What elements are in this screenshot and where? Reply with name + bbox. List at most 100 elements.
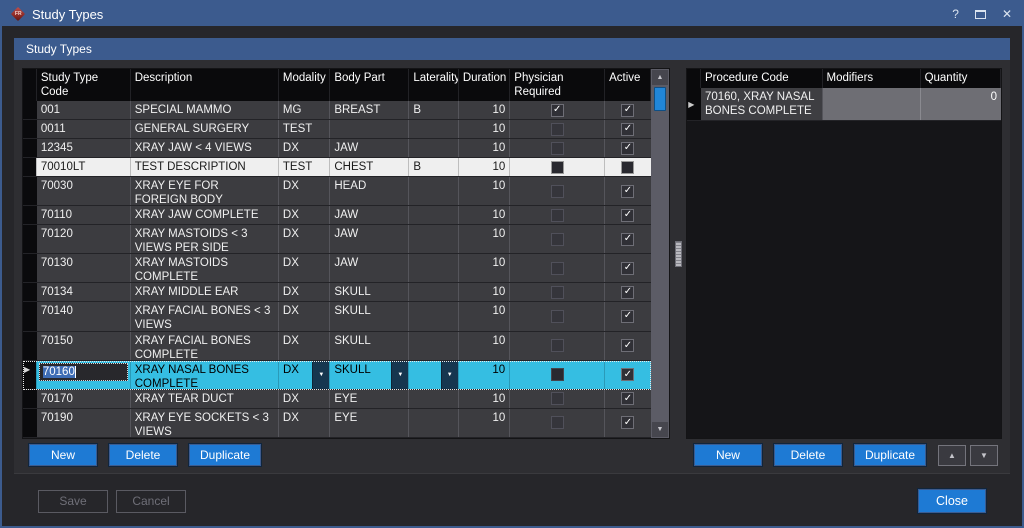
table-row[interactable]: ▶70160XRAY NASAL BONES COMPLETEDX▼SKULL▼… <box>23 361 651 390</box>
laterality-cell[interactable] <box>409 254 458 282</box>
physician-required-checkbox[interactable] <box>551 286 564 299</box>
physician-required-checkbox[interactable] <box>551 123 564 136</box>
study-type-code-cell[interactable]: 70190 <box>37 409 131 437</box>
new-button[interactable]: New <box>694 444 762 466</box>
physician-required-checkbox[interactable] <box>551 209 564 222</box>
table-row[interactable]: 001SPECIAL MAMMOMGBREASTB10✓✓ <box>23 101 651 120</box>
active-checkbox[interactable]: ✓ <box>621 142 634 155</box>
laterality-cell[interactable] <box>409 139 458 157</box>
close-button[interactable]: Close <box>918 489 986 513</box>
dropdown-arrow-icon[interactable]: ▼ <box>441 361 458 389</box>
duration-cell[interactable]: 10 <box>459 120 510 138</box>
laterality-cell[interactable] <box>409 390 458 408</box>
laterality-cell[interactable] <box>409 206 458 224</box>
dropdown-arrow-icon[interactable]: ▼ <box>312 361 329 389</box>
physician-required-checkbox[interactable] <box>551 185 564 198</box>
table-row[interactable]: 70010LTTEST DESCRIPTIONTESTCHESTB10 <box>23 158 651 177</box>
active-checkbox[interactable] <box>621 161 634 174</box>
active-checkbox[interactable]: ✓ <box>621 104 634 117</box>
col-duration[interactable]: Duration <box>459 69 510 101</box>
col-body-part[interactable]: Body Part <box>330 69 409 101</box>
description-cell[interactable]: XRAY MASTOIDS < 3 VIEWS PER SIDE <box>131 225 279 253</box>
modality-cell[interactable]: MG <box>279 101 330 119</box>
physician-required-checkbox[interactable] <box>551 416 564 429</box>
col-active[interactable]: Active <box>605 69 651 101</box>
active-checkbox[interactable]: ✓ <box>621 209 634 222</box>
description-cell[interactable]: SPECIAL MAMMO <box>131 101 279 119</box>
modality-cell[interactable]: DX <box>279 302 330 330</box>
modifiers-cell[interactable] <box>823 88 921 120</box>
active-checkbox[interactable]: ✓ <box>621 368 634 381</box>
col-modifiers[interactable]: Modifiers <box>823 69 921 88</box>
body-part-cell[interactable]: SKULL <box>330 283 409 301</box>
table-row[interactable]: 70190XRAY EYE SOCKETS < 3 VIEWSDXEYE10✓ <box>23 409 651 438</box>
active-checkbox[interactable]: ✓ <box>621 262 634 275</box>
physician-required-checkbox[interactable] <box>551 262 564 275</box>
body-part-cell[interactable]: CHEST <box>330 158 409 176</box>
maximize-icon[interactable] <box>975 10 986 19</box>
physician-required-checkbox[interactable]: ✓ <box>551 104 564 117</box>
physician-required-checkbox[interactable] <box>551 368 564 381</box>
modality-cell[interactable]: DX <box>279 390 330 408</box>
close-icon[interactable]: ✕ <box>1002 8 1012 20</box>
modality-cell[interactable]: DX <box>279 206 330 224</box>
duplicate-button[interactable]: Duplicate <box>189 444 261 466</box>
modality-cell[interactable]: DX <box>279 254 330 282</box>
modality-cell[interactable]: TEST <box>279 120 330 138</box>
study-type-code-cell[interactable]: 12345 <box>37 139 131 157</box>
scroll-down-icon[interactable]: ▼ <box>651 421 669 438</box>
body-part-cell[interactable] <box>330 120 409 138</box>
modality-cell[interactable]: DX▼ <box>279 361 330 389</box>
body-part-cell[interactable]: JAW <box>330 206 409 224</box>
study-type-code-cell[interactable]: 70130 <box>37 254 131 282</box>
description-cell[interactable]: XRAY EYE SOCKETS < 3 VIEWS <box>131 409 279 437</box>
vertical-scrollbar[interactable]: ▲ ▼ <box>651 68 671 439</box>
duration-cell[interactable]: 10 <box>459 390 510 408</box>
duration-cell[interactable]: 10 <box>459 101 510 119</box>
body-part-cell[interactable]: SKULL <box>330 302 409 330</box>
new-button[interactable]: New <box>29 444 97 466</box>
procedure-code-cell[interactable]: 70160, XRAY NASAL BONES COMPLETE <box>701 88 823 120</box>
duration-cell[interactable]: 10 <box>459 332 510 360</box>
laterality-cell[interactable]: ▼ <box>409 361 458 389</box>
laterality-cell[interactable] <box>409 332 458 360</box>
delete-button[interactable]: Delete <box>109 444 177 466</box>
physician-required-checkbox[interactable] <box>551 161 564 174</box>
active-checkbox[interactable]: ✓ <box>621 416 634 429</box>
body-part-cell[interactable]: EYE <box>330 409 409 437</box>
body-part-cell[interactable]: BREAST <box>330 101 409 119</box>
col-procedure-code[interactable]: Procedure Code <box>701 69 823 88</box>
study-type-code-cell[interactable]: 70134 <box>37 283 131 301</box>
col-laterality[interactable]: Laterality <box>409 69 458 101</box>
study-type-code-cell[interactable]: 70120 <box>37 225 131 253</box>
laterality-cell[interactable] <box>409 409 458 437</box>
col-study-type-code[interactable]: Study Type Code <box>37 69 131 101</box>
duplicate-button[interactable]: Duplicate <box>854 444 926 466</box>
col-physician-required[interactable]: Physician Required <box>510 69 605 101</box>
duration-cell[interactable]: 10 <box>459 283 510 301</box>
table-row[interactable]: 70140XRAY FACIAL BONES < 3 VIEWSDXSKULL1… <box>23 302 651 331</box>
dropdown-arrow-icon[interactable]: ▼ <box>391 361 408 389</box>
physician-required-checkbox[interactable] <box>551 392 564 405</box>
active-checkbox[interactable]: ✓ <box>621 185 634 198</box>
table-row[interactable]: 70110XRAY JAW COMPLETEDXJAW10✓ <box>23 206 651 225</box>
modality-cell[interactable]: TEST <box>279 158 330 176</box>
table-row[interactable]: 70120XRAY MASTOIDS < 3 VIEWS PER SIDEDXJ… <box>23 225 651 254</box>
help-button[interactable]: ? <box>952 8 959 20</box>
duration-cell[interactable]: 10 <box>459 206 510 224</box>
body-part-cell[interactable]: JAW <box>330 254 409 282</box>
modality-cell[interactable]: DX <box>279 225 330 253</box>
modality-cell[interactable]: DX <box>279 332 330 360</box>
table-row[interactable]: ▶70160, XRAY NASAL BONES COMPLETE0 <box>687 88 1001 121</box>
laterality-cell[interactable]: B <box>409 158 458 176</box>
study-type-code-cell[interactable]: 001 <box>37 101 131 119</box>
panel-splitter[interactable] <box>670 68 686 439</box>
description-cell[interactable]: XRAY FACIAL BONES COMPLETE <box>131 332 279 360</box>
physician-required-checkbox[interactable] <box>551 233 564 246</box>
description-cell[interactable]: XRAY EYE FOR FOREIGN BODY <box>131 177 279 205</box>
duration-cell[interactable]: 10 <box>459 177 510 205</box>
table-row[interactable]: 70150XRAY FACIAL BONES COMPLETEDXSKULL10… <box>23 332 651 361</box>
physician-required-checkbox[interactable] <box>551 142 564 155</box>
description-cell[interactable]: XRAY MASTOIDS COMPLETE <box>131 254 279 282</box>
active-checkbox[interactable]: ✓ <box>621 310 634 323</box>
